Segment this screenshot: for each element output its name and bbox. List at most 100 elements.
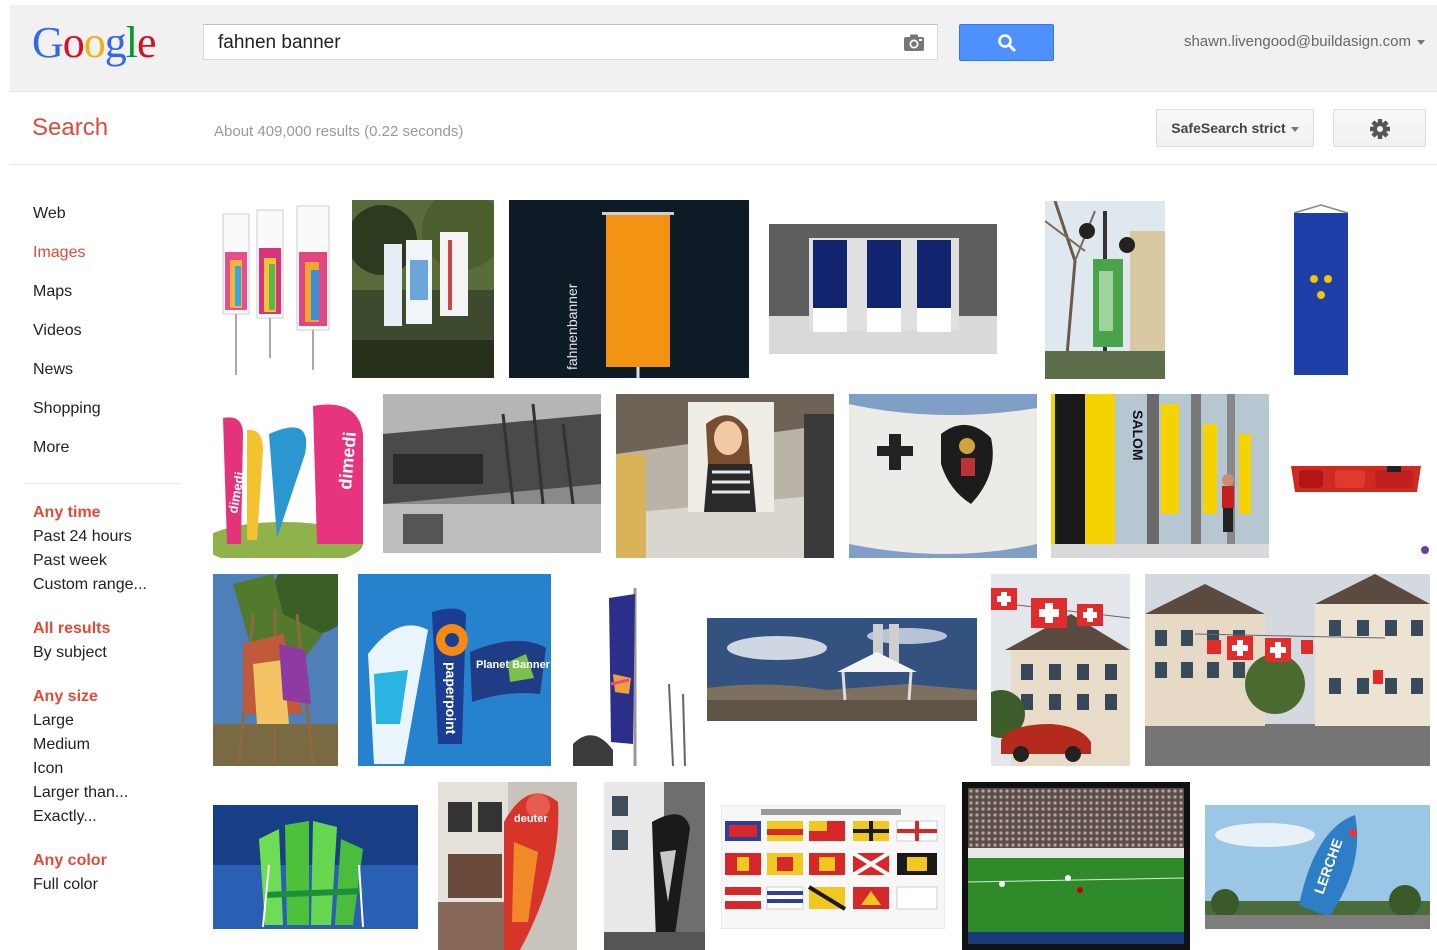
search-button[interactable] xyxy=(959,24,1054,61)
thumbnail-caption: Planet Banner xyxy=(476,659,551,671)
image-result[interactable] xyxy=(849,394,1037,558)
image-thumbnail: paperpoint Planet Banner xyxy=(358,574,551,766)
logo-letter: g xyxy=(104,18,127,67)
filter-heading[interactable]: All results xyxy=(33,617,193,641)
thumbnail-caption: paperpoint xyxy=(443,662,459,735)
image-thumbnail: deuter xyxy=(438,782,577,950)
image-result[interactable] xyxy=(1292,203,1350,378)
image-thumbnail xyxy=(352,200,494,378)
safesearch-button[interactable]: SafeSearch strict xyxy=(1156,109,1314,147)
chevron-down-icon xyxy=(1290,126,1299,132)
filter-option[interactable]: Past week xyxy=(33,549,193,573)
image-thumbnail: LERCHE xyxy=(1205,805,1430,929)
image-thumbnail xyxy=(962,782,1190,950)
filter-group-color: Any color Full color xyxy=(33,849,193,897)
image-thumbnail: fahnenbanner xyxy=(509,200,749,378)
filter-option[interactable]: Icon xyxy=(33,757,193,781)
image-result[interactable]: paperpoint Planet Banner xyxy=(358,574,551,766)
image-result[interactable] xyxy=(383,394,601,553)
filter-group-time: Any time Past 24 hours Past week Custom … xyxy=(33,501,193,597)
image-result[interactable] xyxy=(991,574,1130,766)
filter-option[interactable]: Medium xyxy=(33,733,193,757)
safesearch-label: SafeSearch strict xyxy=(1171,120,1286,136)
logo-letter: e xyxy=(137,18,157,67)
image-thumbnail xyxy=(769,224,997,354)
image-result[interactable]: fahnenbanner xyxy=(509,200,749,378)
search-input[interactable] xyxy=(216,29,880,57)
image-thumbnail xyxy=(849,394,1037,558)
image-thumbnail xyxy=(1283,394,1430,558)
image-result[interactable]: LERCHE xyxy=(1205,805,1430,929)
filter-heading[interactable]: Any size xyxy=(33,685,193,709)
search-tools: Any time Past 24 hours Past week Custom … xyxy=(33,501,193,917)
image-result[interactable] xyxy=(1145,574,1430,766)
logo-letter: G xyxy=(32,18,64,67)
image-thumbnail xyxy=(213,200,338,378)
thumbnail-caption: fahnenbanner xyxy=(564,283,580,370)
result-stats: About 409,000 results (0.22 seconds) xyxy=(214,123,464,140)
image-result[interactable]: dimedi dimedi xyxy=(213,394,368,558)
image-result[interactable] xyxy=(213,200,338,378)
image-result[interactable] xyxy=(352,200,494,378)
nav-item-maps[interactable]: Maps xyxy=(33,278,193,317)
nav-item-web[interactable]: Web xyxy=(33,200,193,239)
filter-option[interactable]: By subject xyxy=(33,641,193,665)
nav-item-images[interactable]: Images xyxy=(33,239,193,278)
image-result[interactable] xyxy=(1045,201,1165,379)
filter-option[interactable]: Large xyxy=(33,709,193,733)
thumbnail-caption: SALOM xyxy=(1130,410,1146,461)
image-result[interactable] xyxy=(721,805,945,929)
image-thumbnail: SALOM xyxy=(1051,394,1269,558)
filter-heading[interactable]: Any time xyxy=(33,501,193,525)
image-thumbnail: dimedi dimedi xyxy=(213,394,368,558)
nav-item-more[interactable]: More xyxy=(33,434,193,473)
filter-group-results: All results By subject xyxy=(33,617,193,665)
image-result[interactable]: deuter xyxy=(438,782,577,950)
thumbnail-caption: deuter xyxy=(514,813,548,825)
results-bar: Search About 409,000 results (0.22 secon… xyxy=(10,92,1437,165)
filter-option[interactable]: Past 24 hours xyxy=(33,525,193,549)
image-result[interactable] xyxy=(604,782,705,950)
filter-option[interactable]: Custom range... xyxy=(33,573,193,597)
nav-item-news[interactable]: News xyxy=(33,356,193,395)
google-logo[interactable]: Google xyxy=(32,17,157,69)
image-thumbnail xyxy=(213,805,418,929)
image-result[interactable]: SALOM xyxy=(1051,394,1269,558)
account-menu[interactable]: shawn.livengood@buildasign.com xyxy=(1184,33,1425,50)
image-thumbnail xyxy=(604,782,705,950)
section-title: Search xyxy=(32,114,109,141)
filter-heading[interactable]: Any color xyxy=(33,849,193,873)
image-result[interactable] xyxy=(573,574,689,766)
filter-group-size: Any size Large Medium Icon Larger than..… xyxy=(33,685,193,829)
camera-icon[interactable] xyxy=(903,34,925,52)
image-thumbnail xyxy=(616,394,834,558)
image-thumbnail xyxy=(1045,201,1165,379)
image-thumbnail xyxy=(991,574,1130,766)
logo-letter: o xyxy=(62,18,85,67)
search-icon xyxy=(998,34,1016,52)
filter-option[interactable]: Exactly... xyxy=(33,805,193,829)
settings-button[interactable] xyxy=(1333,109,1426,147)
logo-letter: l xyxy=(125,18,138,67)
image-result[interactable] xyxy=(213,805,418,929)
image-result[interactable] xyxy=(769,224,997,354)
filter-option[interactable]: Full color xyxy=(33,873,193,897)
image-thumbnail xyxy=(1292,203,1350,378)
chevron-down-icon xyxy=(1417,39,1425,45)
image-result[interactable] xyxy=(616,394,834,558)
image-result[interactable] xyxy=(962,782,1190,950)
image-result[interactable] xyxy=(707,618,977,721)
gear-icon xyxy=(1370,119,1390,139)
nav-item-videos[interactable]: Videos xyxy=(33,317,193,356)
image-thumbnail xyxy=(1145,574,1430,766)
image-result[interactable] xyxy=(1283,394,1430,558)
image-thumbnail xyxy=(573,574,689,766)
nav-divider xyxy=(24,483,179,484)
image-thumbnail xyxy=(213,574,338,766)
nav-item-shopping[interactable]: Shopping xyxy=(33,395,193,434)
search-box[interactable] xyxy=(203,24,938,60)
image-thumbnail xyxy=(721,805,945,929)
logo-letter: o xyxy=(83,18,106,67)
image-result[interactable] xyxy=(213,574,338,766)
filter-option[interactable]: Larger than... xyxy=(33,781,193,805)
